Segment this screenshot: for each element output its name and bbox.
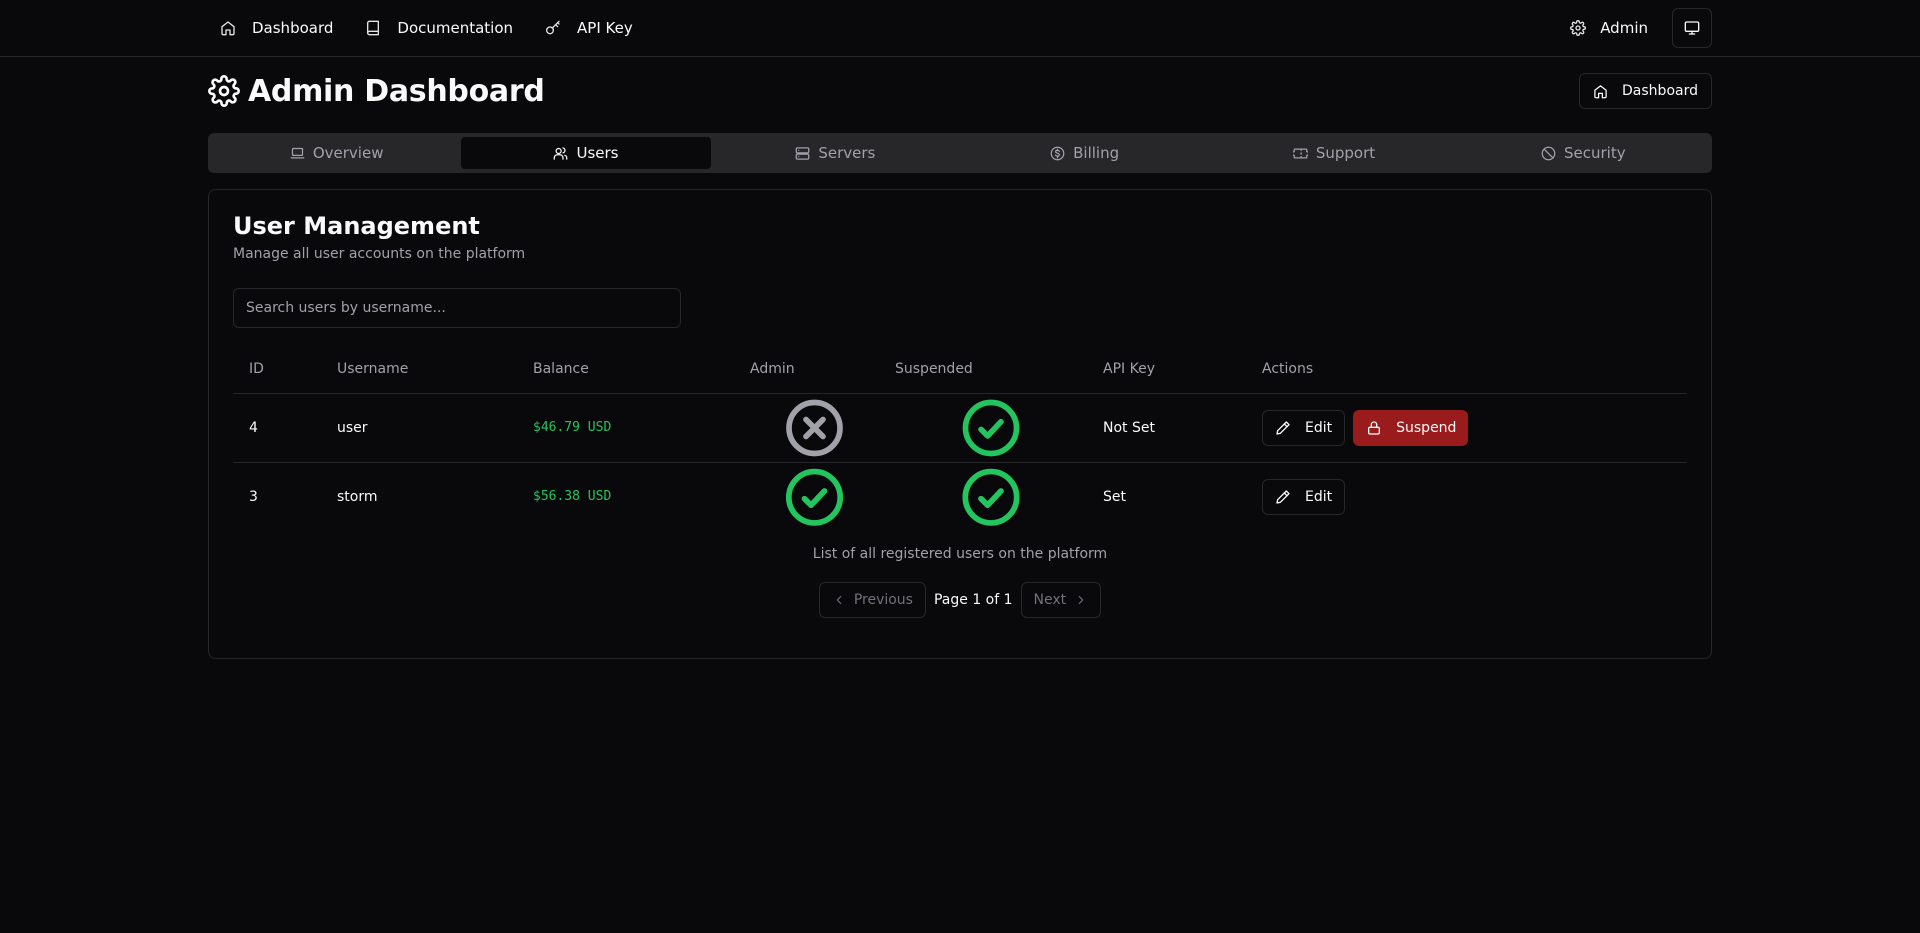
cell-admin: [734, 393, 879, 463]
page-indicator: Page 1 of 1: [933, 592, 1013, 608]
cell-actions: Edit Suspend: [1246, 393, 1687, 463]
nav-documentation-link[interactable]: Documentation: [353, 8, 525, 48]
table-row: 3 storm $56.38 USD Set Edit: [233, 462, 1687, 531]
gear-icon: [1570, 20, 1587, 36]
laptop-icon: [290, 146, 305, 161]
cell-id: 4: [233, 393, 321, 463]
search-input[interactable]: [233, 288, 681, 328]
page-header: Admin Dashboard Dashboard: [208, 70, 1712, 112]
edit-button[interactable]: Edit: [1262, 409, 1346, 446]
pencil-icon: [1275, 420, 1291, 436]
table-caption: List of all registered users on the plat…: [812, 546, 1108, 562]
edit-button-label: Edit: [1305, 419, 1333, 436]
cell-api-key: Set: [1103, 488, 1126, 505]
cell-suspended: [879, 462, 1087, 531]
nav-api-key-link[interactable]: API Key: [533, 8, 645, 48]
ban-icon: [1541, 146, 1556, 161]
col-actions: Actions: [1246, 345, 1687, 394]
tab-billing-label: Billing: [1073, 144, 1120, 162]
nav-admin-label: Admin: [1600, 19, 1648, 37]
tab-support-label: Support: [1315, 144, 1376, 162]
dashboard-button-label: Dashboard: [1622, 83, 1698, 99]
monitor-icon: [1684, 20, 1700, 36]
pagination: Previous Page 1 of 1 Next: [209, 582, 1711, 618]
users-icon: [553, 146, 568, 161]
users-table: ID Username Balance Admin Suspended API …: [233, 345, 1687, 531]
user-management-card: User Management Manage all user accounts…: [208, 189, 1712, 659]
card-description: Manage all user accounts on the platform: [233, 246, 526, 262]
suspend-button[interactable]: Suspend: [1353, 409, 1469, 446]
col-username: Username: [321, 345, 517, 394]
chevron-right-icon: [1074, 593, 1088, 607]
theme-toggle-button[interactable]: [1672, 8, 1712, 48]
ticket-icon: [1292, 146, 1308, 161]
cell-balance: $46.79 USD: [517, 393, 734, 463]
lock-icon: [1366, 420, 1382, 436]
card-title: User Management: [233, 212, 480, 240]
home-icon: [1593, 84, 1608, 99]
cell-username: user: [321, 393, 517, 463]
tab-servers[interactable]: Servers: [711, 137, 960, 169]
cell-admin: [734, 462, 879, 531]
tab-security-label: Security: [1564, 144, 1626, 162]
check-circle-icon: [750, 463, 879, 532]
col-suspended: Suspended: [879, 345, 1087, 394]
cell-suspended: [879, 393, 1087, 463]
nav-admin-link[interactable]: Admin: [1558, 8, 1660, 48]
x-circle-icon: [750, 394, 879, 462]
tab-users-label: Users: [576, 144, 619, 162]
home-icon: [220, 20, 236, 36]
nav-dashboard-link[interactable]: Dashboard: [208, 8, 345, 48]
key-icon: [545, 20, 561, 36]
suspend-button-label: Suspend: [1396, 419, 1457, 436]
col-id: ID: [233, 345, 321, 394]
check-circle-icon: [895, 463, 1087, 532]
book-icon: [365, 20, 381, 36]
cell-actions: Edit: [1246, 462, 1687, 531]
tab-servers-label: Servers: [818, 144, 876, 162]
tab-security[interactable]: Security: [1459, 137, 1708, 169]
top-nav: Dashboard Documentation API Key Admin: [0, 0, 1920, 57]
edit-button-label: Edit: [1305, 488, 1333, 505]
gear-icon: [208, 75, 240, 107]
cell-username: storm: [337, 488, 378, 505]
edit-button[interactable]: Edit: [1262, 478, 1346, 515]
check-circle-icon: [895, 394, 1087, 462]
col-admin: Admin: [734, 345, 879, 394]
nav-api-key-label: API Key: [577, 19, 633, 37]
tab-billing[interactable]: Billing: [960, 137, 1209, 169]
previous-page-button[interactable]: Previous: [818, 582, 926, 618]
tab-bar: Overview Users Servers Billing Support S…: [208, 133, 1712, 173]
table-row: 4 user $46.79 USD Not Set Edit Suspend: [233, 393, 1687, 463]
table-header-row: ID Username Balance Admin Suspended API …: [233, 345, 1687, 394]
chevron-left-icon: [832, 593, 846, 607]
tab-users[interactable]: Users: [461, 137, 711, 169]
tab-overview[interactable]: Overview: [212, 137, 461, 169]
nav-documentation-label: Documentation: [397, 19, 514, 37]
cell-balance: $56.38 USD: [533, 489, 612, 505]
previous-label: Previous: [853, 592, 913, 608]
dashboard-button[interactable]: Dashboard: [1579, 73, 1712, 109]
nav-dashboard-label: Dashboard: [252, 19, 334, 37]
dollar-circle-icon: [1050, 146, 1065, 161]
pencil-icon: [1275, 489, 1291, 505]
page-title: Admin Dashboard: [248, 73, 545, 109]
next-label: Next: [1033, 592, 1067, 608]
server-icon: [795, 146, 810, 161]
tab-overview-label: Overview: [312, 144, 384, 162]
cell-id: 3: [249, 488, 258, 505]
next-page-button[interactable]: Next: [1020, 582, 1102, 618]
col-balance: Balance: [517, 345, 734, 394]
tab-support[interactable]: Support: [1209, 137, 1458, 169]
col-api-key: API Key: [1087, 345, 1246, 394]
cell-api-key: Not Set: [1087, 393, 1246, 463]
